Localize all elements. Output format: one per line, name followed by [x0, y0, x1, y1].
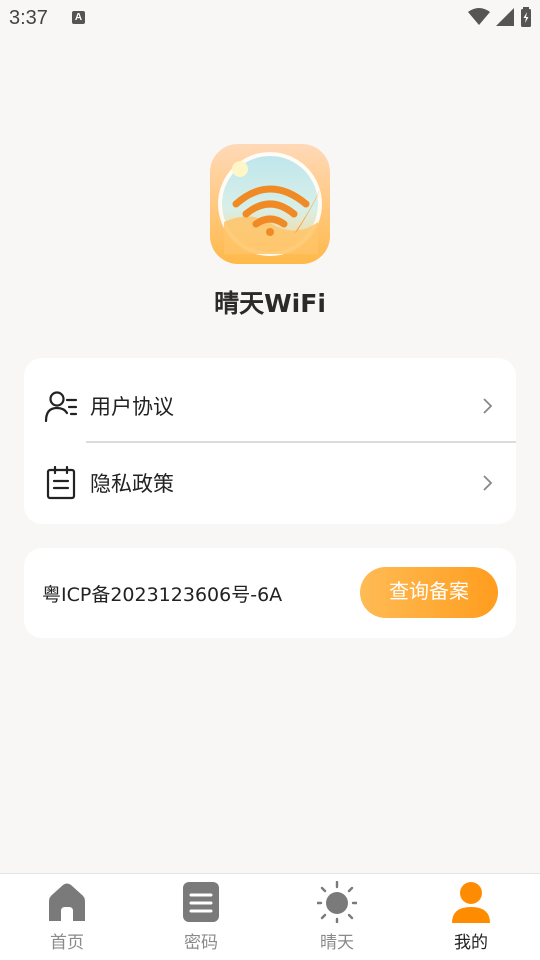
system-icons: [468, 7, 532, 27]
icp-record-text: 粤ICP备2023123606号-6A: [42, 584, 283, 606]
nav-label: 首页: [50, 933, 84, 953]
nav-item-home[interactable]: 首页: [0, 874, 134, 960]
menu-card: 用户协议 隐私政策: [24, 358, 516, 524]
nav-item-sunny[interactable]: 晴天: [270, 874, 404, 960]
nav-label: 晴天: [320, 933, 354, 953]
signal-icon: [496, 8, 514, 26]
app-logo: [210, 144, 330, 264]
menu-divider: [86, 441, 516, 443]
clipboard-icon: [46, 466, 76, 500]
wifi-icon: [468, 8, 490, 25]
menu-item-label: 隐私政策: [90, 472, 174, 496]
user-agreement-icon: [44, 391, 78, 423]
nav-label: 密码: [184, 933, 218, 953]
menu-item-privacy-policy[interactable]: 隐私政策: [24, 444, 516, 522]
sun-icon: [317, 881, 357, 923]
battery-icon: [521, 7, 531, 27]
nav-label: 我的: [454, 933, 488, 953]
query-record-button[interactable]: 查询备案: [360, 567, 498, 618]
menu-item-user-agreement[interactable]: 用户协议: [24, 367, 516, 445]
status-time: 3:37: [9, 7, 48, 29]
menu-item-label: 用户协议: [90, 395, 174, 419]
document-icon: [183, 882, 219, 922]
status-bar: 3:37 A: [0, 0, 540, 36]
nav-item-password[interactable]: 密码: [134, 874, 268, 960]
app-name: 晴天WiFi: [214, 289, 326, 318]
chevron-right-icon: [483, 398, 493, 414]
chevron-right-icon: [483, 475, 493, 491]
a-notification-icon: A: [72, 11, 85, 24]
nav-item-mine[interactable]: 我的: [404, 874, 538, 960]
icp-card: 粤ICP备2023123606号-6A 查询备案: [24, 548, 516, 638]
bottom-nav: 首页 密码 晴天 我的: [0, 873, 540, 960]
home-icon: [49, 883, 85, 921]
person-icon: [452, 882, 490, 923]
